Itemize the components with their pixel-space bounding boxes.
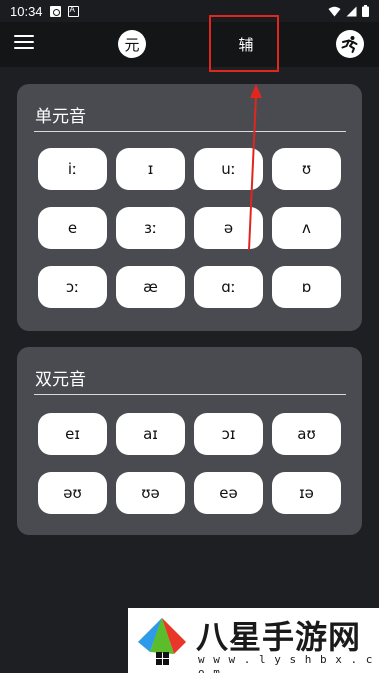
vowel-key[interactable]: aʊ (272, 413, 341, 455)
vowel-key[interactable]: ʊ (272, 148, 341, 190)
vowel-key[interactable]: əʊ (38, 472, 107, 514)
monophthong-card: 单元音 iː ɪ uː ʊ e ɜː ə ʌ ɔː æ ɑː ɒ (17, 84, 362, 331)
vowel-key[interactable]: ə (194, 207, 263, 249)
diphthong-card: 双元音 eɪ aɪ ɔɪ aʊ əʊ ʊə eə ɪə (17, 347, 362, 535)
divider (34, 131, 346, 132)
status-bar: 10:34 (0, 0, 379, 22)
watermark-url: w w w . l y s h b x . c o m (198, 653, 374, 673)
notification-a-icon (67, 5, 79, 17)
watermark: 八星手游网 w w w . l y s h b x . c o m (128, 608, 379, 673)
vowel-key[interactable]: eɪ (38, 413, 107, 455)
watermark-logo-icon (138, 618, 186, 665)
divider (34, 394, 346, 395)
vowel-key[interactable]: ɪ (116, 148, 185, 190)
vowel-key[interactable]: æ (116, 266, 185, 308)
vowel-key[interactable]: aɪ (116, 413, 185, 455)
vowel-key[interactable]: ɔː (38, 266, 107, 308)
app-header: 元 辅 (0, 22, 379, 67)
runner-icon[interactable] (336, 30, 364, 58)
status-time: 10:34 (10, 3, 43, 19)
notification-icon (49, 5, 61, 17)
wifi-icon (328, 6, 341, 16)
vowel-key[interactable]: ɔɪ (194, 413, 263, 455)
diphthong-title: 双元音 (35, 370, 86, 390)
consonant-mode-button[interactable]: 辅 (232, 30, 260, 58)
vowel-key[interactable]: iː (38, 148, 107, 190)
vowel-key[interactable]: ʌ (272, 207, 341, 249)
vowel-key[interactable]: ɑː (194, 266, 263, 308)
vowel-key[interactable]: eə (194, 472, 263, 514)
vowel-mode-button[interactable]: 元 (118, 30, 146, 58)
vowel-key[interactable]: ɪə (272, 472, 341, 514)
menu-icon[interactable] (14, 35, 34, 53)
vowel-key[interactable]: ɜː (116, 207, 185, 249)
monophthong-title: 单元音 (35, 107, 86, 127)
signal-icon (346, 6, 357, 16)
vowel-key[interactable]: e (38, 207, 107, 249)
watermark-brand: 八星手游网 (196, 618, 362, 656)
vowel-key[interactable]: ɒ (272, 266, 341, 308)
vowel-key[interactable]: uː (194, 148, 263, 190)
vowel-key[interactable]: ʊə (116, 472, 185, 514)
battery-icon (362, 5, 369, 17)
